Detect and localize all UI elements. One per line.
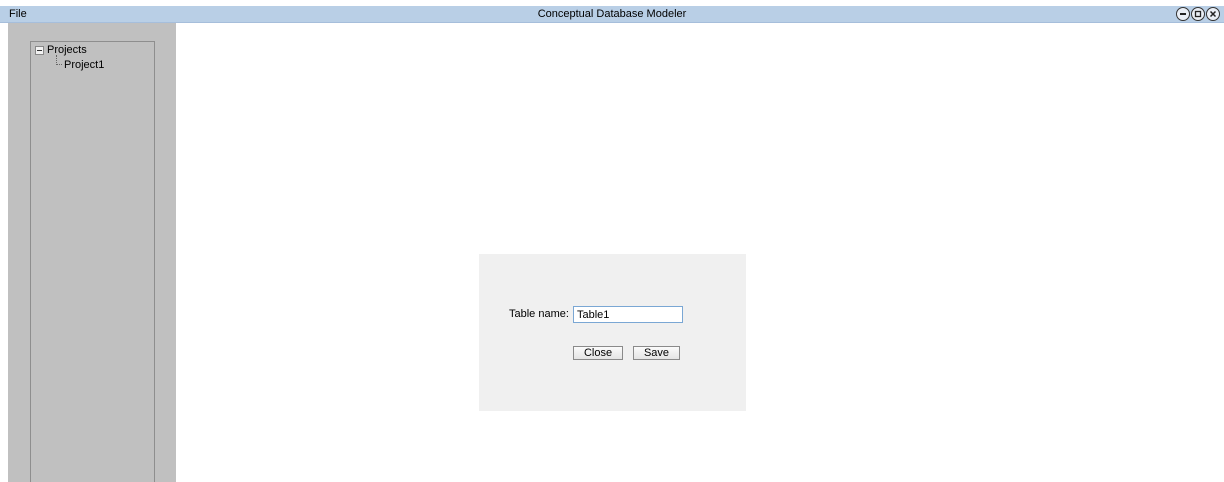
collapse-icon[interactable]: [35, 45, 44, 55]
table-name-input[interactable]: [573, 306, 683, 323]
tree-item-project1[interactable]: Project1: [64, 59, 104, 71]
window-title: Conceptual Database Modeler: [537, 8, 687, 20]
minimize-icon[interactable]: [1176, 7, 1190, 21]
project-tree: Projects Project1: [30, 41, 155, 482]
save-button[interactable]: Save: [633, 346, 680, 360]
close-icon[interactable]: [1206, 7, 1220, 21]
window-controls: [1176, 7, 1220, 21]
close-button[interactable]: Close: [573, 346, 623, 360]
title-bar: File Conceptual Database Modeler: [0, 6, 1224, 23]
create-table-dialog: Table name: Close Save: [479, 254, 746, 411]
tree-connector: [56, 55, 62, 65]
tree-root-label: Projects: [47, 44, 87, 56]
maximize-icon[interactable]: [1191, 7, 1205, 21]
project-sidebar: Projects Project1: [8, 23, 176, 482]
table-name-label: Table name:: [509, 308, 569, 320]
